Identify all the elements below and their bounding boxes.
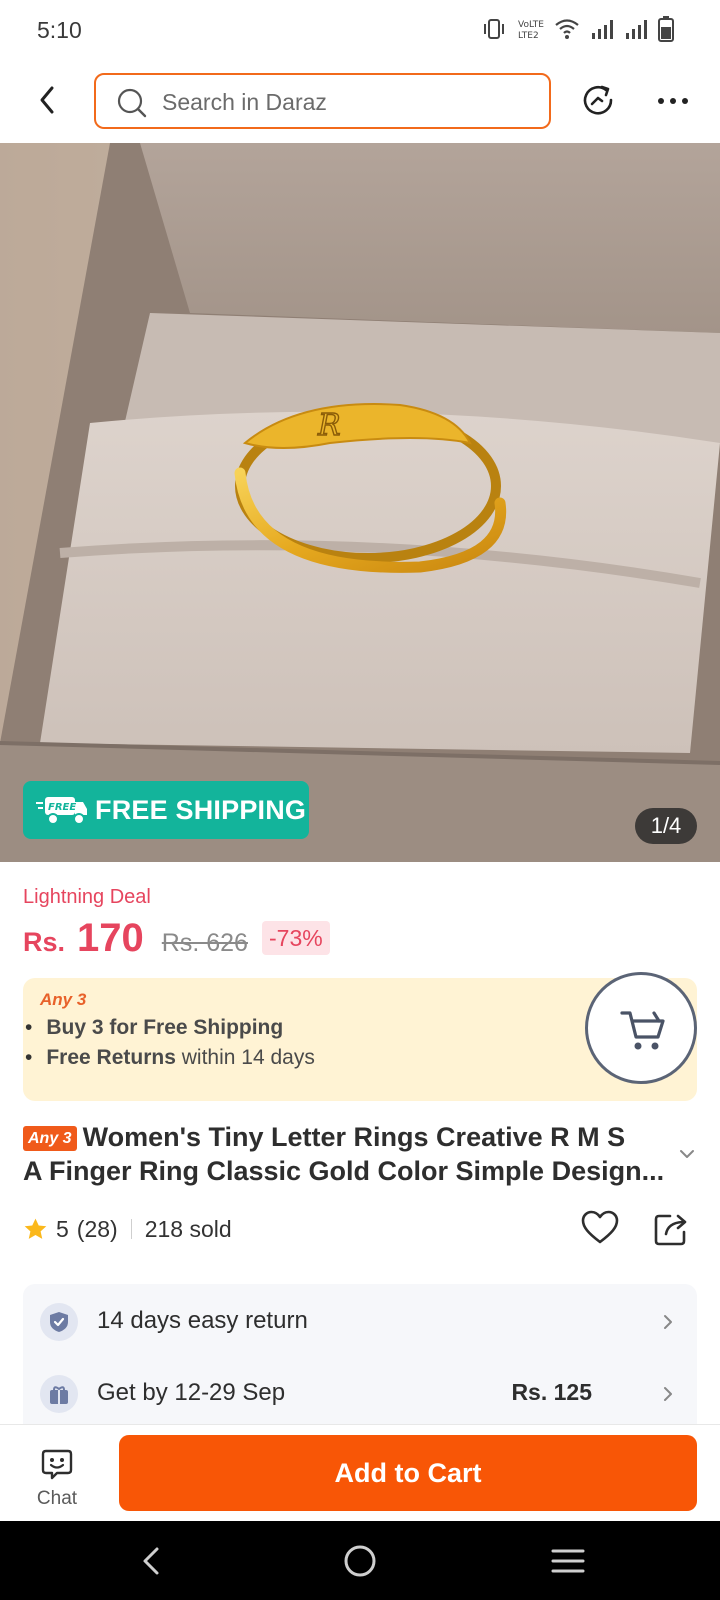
- heart-icon[interactable]: [580, 1208, 620, 1248]
- cart-icon: [620, 1011, 665, 1050]
- battery-icon: [658, 16, 674, 42]
- product-title-line2: A Finger Ring Classic Gold Color Simple …: [23, 1156, 665, 1186]
- lightning-deal-label: Lightning Deal: [23, 886, 151, 908]
- nav-back-icon[interactable]: [132, 1541, 172, 1581]
- search-placeholder: Search in Daraz: [162, 89, 327, 115]
- original-price: Rs. 626: [161, 929, 248, 957]
- svg-text:FREE: FREE: [48, 802, 76, 813]
- product-photo: R: [0, 143, 720, 862]
- vibrate-icon: [484, 19, 504, 39]
- add-to-cart-button[interactable]: Add to Cart: [119, 1435, 697, 1511]
- promo-line-free-returns: • Free Returns within 14 days: [25, 1046, 315, 1070]
- product-title-line1: Any 3 Women's Tiny Letter Rings Creative …: [23, 1120, 673, 1154]
- image-page-indicator: 1/4: [635, 808, 697, 844]
- gift-icon: [40, 1375, 78, 1413]
- chevron-right-icon: [664, 1315, 672, 1329]
- status-bar: 5:10 VoLTE LTE2: [0, 0, 720, 60]
- star-icon: [24, 1218, 47, 1239]
- promo-line2-bold: Free Returns: [46, 1046, 176, 1069]
- header: Search in Daraz: [0, 60, 720, 143]
- floating-cart-button[interactable]: [585, 972, 697, 1084]
- chat-icon: [41, 1449, 73, 1480]
- more-icon[interactable]: [655, 86, 691, 116]
- price-currency: Rs.: [23, 927, 66, 957]
- bullet: •: [25, 1016, 33, 1039]
- search-icon: [117, 88, 147, 118]
- product-title-line1-text: Women's Tiny Letter Rings Creative R M S: [82, 1122, 626, 1152]
- back-icon[interactable]: [30, 80, 64, 120]
- signal-1-icon: [592, 20, 613, 39]
- return-policy-text: 14 days easy return: [97, 1307, 308, 1334]
- wifi-icon: [555, 19, 579, 39]
- return-policy-row[interactable]: 14 days easy return: [0, 1290, 674, 1354]
- svg-text:LTE2: LTE2: [518, 31, 539, 41]
- chat-button[interactable]: Chat: [24, 1448, 90, 1512]
- promo-tag: Any 3: [40, 990, 87, 1009]
- bullet: •: [25, 1046, 33, 1069]
- status-icons: VoLTE LTE2: [482, 16, 674, 42]
- product-image-gallery[interactable]: R: [0, 143, 720, 862]
- delivery-date-text: Get by 12-29 Sep: [97, 1379, 286, 1406]
- delivery-row[interactable]: Get by 12-29 Sep Rs. 125: [0, 1364, 674, 1428]
- product-title[interactable]: Any 3 Women's Tiny Letter Rings Creative …: [23, 1120, 673, 1188]
- rating-score: 5: [56, 1215, 69, 1242]
- promo-line2-rest: within 14 days: [175, 1046, 315, 1069]
- search-input[interactable]: Search in Daraz: [94, 73, 551, 129]
- nav-recents-icon[interactable]: [548, 1541, 588, 1581]
- shield-icon: [40, 1303, 78, 1341]
- signal-2-icon: [626, 20, 647, 39]
- system-navigation-bar: [0, 1521, 720, 1600]
- rating-divider: [130, 1219, 132, 1239]
- rating-row[interactable]: 5 (28) 218 sold: [23, 1211, 232, 1247]
- chevron-down-icon[interactable]: [678, 1147, 696, 1161]
- any3-badge: Any 3: [23, 1126, 77, 1151]
- rating-count: (28): [76, 1215, 118, 1242]
- discount-badge: -73%: [262, 921, 330, 955]
- promo-line1-text: Buy 3 for Free Shipping: [46, 1016, 284, 1039]
- share-icon[interactable]: [652, 1208, 692, 1248]
- nav-home-icon[interactable]: [340, 1541, 380, 1581]
- chat-label: Chat: [36, 1488, 78, 1509]
- promo-line-free-shipping: • Buy 3 for Free Shipping: [25, 1016, 283, 1040]
- chevron-right-icon: [664, 1387, 672, 1401]
- price-row: Rs. 170 Rs. 626: [23, 916, 248, 968]
- status-time: 5:10: [37, 17, 82, 43]
- free-shipping-text: FREE SHIPPING: [95, 794, 307, 825]
- svg-text:VoLTE: VoLTE: [518, 20, 544, 30]
- history-icon[interactable]: [578, 80, 618, 120]
- svg-text:R: R: [317, 408, 341, 443]
- free-shipping-badge: FREE FREE SHIPPING: [23, 781, 309, 839]
- delivery-fee: Rs. 125: [511, 1379, 592, 1405]
- sold-count: 218 sold: [144, 1215, 232, 1242]
- volte-icon: VoLTE LTE2: [518, 20, 544, 41]
- truck-icon: FREE: [36, 797, 87, 825]
- price-value: 170: [77, 916, 144, 960]
